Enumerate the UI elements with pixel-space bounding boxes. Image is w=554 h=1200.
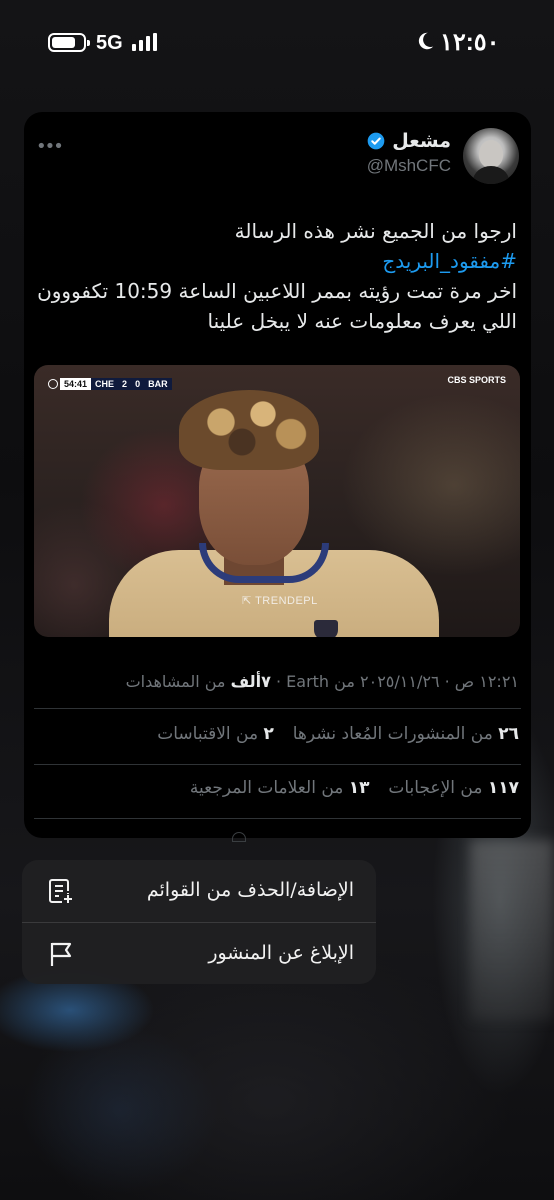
views-count: ٧ألف — [230, 672, 271, 691]
tweet-text-line: ارجوا من الجميع نشر هذه الرسالة — [234, 219, 517, 243]
score-teams: CHE 2 0 BAR — [91, 378, 172, 390]
tweet-time: ١٢:٢١ ص — [454, 672, 519, 691]
menu-item-add-remove-lists[interactable]: الإضافة/الحذف من القوائم — [22, 860, 376, 922]
tweet-date: ٢٠٢٥/١١/٢٦ — [360, 672, 440, 691]
flag-icon — [50, 942, 72, 966]
more-icon[interactable]: ••• — [36, 136, 64, 157]
match-clock: 54:41 — [60, 378, 92, 390]
tweet-media-image[interactable]: 54:41 CHE 2 0 BAR CBS SPORTS ⇱ TRENDEPL — [34, 365, 520, 637]
menu-item-label: الإبلاغ عن المنشور — [208, 942, 354, 964]
do-not-disturb-moon-icon — [418, 32, 434, 50]
player-hair — [179, 390, 319, 470]
signal-icon — [132, 33, 158, 51]
blurred-background-strip — [470, 840, 554, 1020]
bookmarks-stat[interactable]: ١٣ من العلامات المرجعية — [190, 778, 370, 798]
tweet-text-line: اللي يعرف معلومات عنه لا يبخل علينا — [207, 309, 518, 333]
verified-badge-icon — [367, 132, 385, 150]
score-bug: 54:41 CHE 2 0 BAR — [48, 377, 172, 391]
views-label: من المشاهدات — [125, 672, 226, 691]
like-stats-row: ١١٧ من الإعجابات ١٣ من العلامات المرجعية — [190, 778, 519, 798]
tweet-text-line: اخر مرة تمت رؤيته بممر اللاعبين الساعة 1… — [37, 279, 517, 303]
away-score: 0 — [135, 379, 141, 389]
obscured-action-icon — [232, 832, 246, 842]
away-team: BAR — [148, 379, 168, 389]
broadcaster-logo: CBS SPORTS — [447, 375, 506, 385]
home-team: CHE — [95, 379, 115, 389]
avatar[interactable] — [463, 128, 519, 184]
divider — [34, 764, 521, 765]
hashtag-link[interactable]: #مفقود_البريدج — [37, 246, 517, 276]
quotes-stat[interactable]: ٢ من الاقتباسات — [157, 724, 274, 744]
user-handle[interactable]: @MshCFC — [367, 156, 451, 176]
display-name[interactable]: مشعل — [392, 130, 451, 152]
tweet-metadata: ١٢:٢١ ص · ٢٠٢٥/١١/٢٦ من Earth · ٧ألف من … — [125, 672, 519, 691]
battery-level — [52, 37, 75, 48]
divider — [34, 818, 521, 819]
battery-icon — [48, 33, 90, 52]
champions-league-logo-icon — [48, 379, 58, 389]
divider — [34, 708, 521, 709]
network-type: 5G — [96, 32, 123, 54]
status-bar: 5G ١٢:٥٠ — [0, 0, 554, 84]
status-time: ١٢:٥٠ — [440, 29, 500, 56]
tweet-text: ارجوا من الجميع نشر هذه الرسالة #مفقود_ا… — [37, 216, 517, 336]
menu-item-label: الإضافة/الحذف من القوائم — [146, 879, 354, 901]
tweet-source: من Earth — [286, 672, 355, 691]
author-name-row: مشعل — [366, 130, 451, 152]
tweet-card[interactable]: ••• مشعل @MshCFC ارجوا من الجميع نشر هذه… — [24, 112, 531, 838]
list-add-icon — [49, 879, 72, 903]
club-crest — [314, 620, 338, 637]
home-score: 2 — [122, 379, 128, 389]
context-menu: الإضافة/الحذف من القوائم الإبلاغ عن المن… — [22, 860, 376, 984]
repost-stats-row: ٢٦ من المنشورات المُعاد نشرها ٢ من الاقت… — [157, 724, 519, 744]
likes-stat[interactable]: ١١٧ من الإعجابات — [388, 778, 519, 798]
media-watermark: ⇱ TRENDEPL — [242, 595, 318, 607]
reposts-stat[interactable]: ٢٦ من المنشورات المُعاد نشرها — [293, 724, 519, 744]
menu-item-report-post[interactable]: الإبلاغ عن المنشور — [22, 923, 376, 984]
